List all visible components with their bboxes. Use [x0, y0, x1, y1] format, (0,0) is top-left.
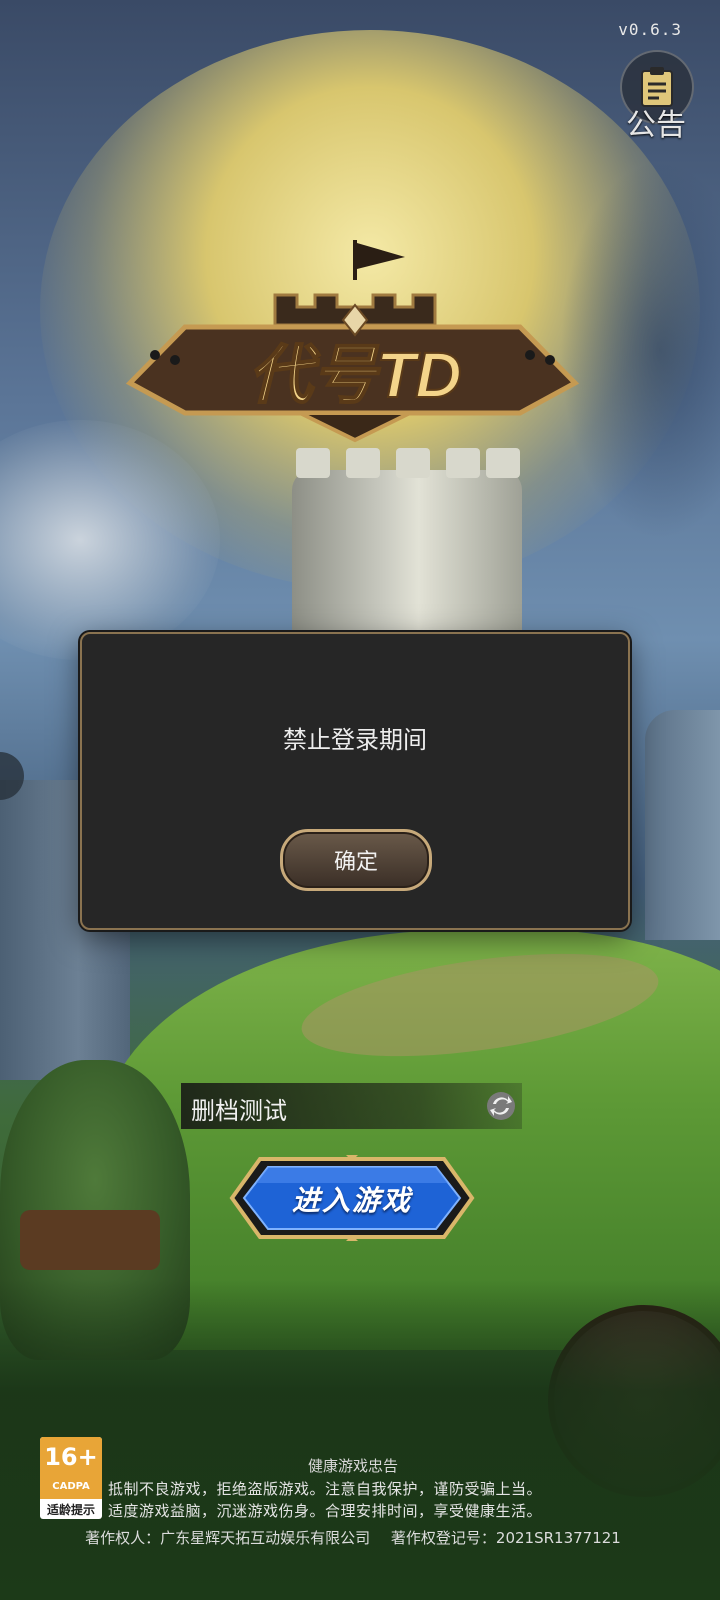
tower-crenel	[396, 448, 430, 478]
stone-tower	[292, 448, 522, 630]
logo-text: 代号TD	[248, 339, 461, 411]
tower-crenel	[346, 448, 380, 478]
tower-crenel	[446, 448, 480, 478]
enter-game-button[interactable]: 进入游戏	[218, 1155, 486, 1241]
copyright-owner: 著作权人：广东星辉天拓互动娱乐有限公司	[85, 1529, 371, 1547]
health-advice-line: 抵制不良游戏，拒绝盗版游戏。注意自我保护，谨防受骗上当。	[108, 1480, 543, 1498]
game-logo: 代号TD	[125, 235, 580, 450]
game-login-screen: v0.6.3 公告 代号TD 禁止登录期间 确定 删档测试 进入游戏 16+ C…	[0, 0, 720, 1600]
dialog-message: 禁止登录期间	[283, 726, 427, 754]
enter-game-label: 进入游戏	[291, 1184, 412, 1217]
age-rating-badge: 16+ CADPA 适龄提示	[40, 1437, 102, 1519]
alert-dialog: 禁止登录期间 确定	[80, 632, 630, 930]
tower-crenel	[486, 448, 520, 478]
copyright-registration: 著作权登记号：2021SR1377121	[390, 1529, 621, 1547]
castle-flag-icon: 代号TD	[125, 240, 580, 443]
goblin-belt	[20, 1210, 160, 1270]
version-label: v0.6.3	[618, 20, 682, 39]
confirm-button[interactable]: 确定	[280, 829, 432, 891]
tower-crenel	[296, 448, 330, 478]
server-name: 删档测试	[191, 1097, 287, 1125]
copyright-line: 著作权人：广东星辉天拓互动娱乐有限公司 著作权登记号：2021SR1377121	[0, 1527, 706, 1548]
foreground-shade	[0, 1280, 720, 1600]
age-tip: 适龄提示	[46, 1503, 95, 1517]
notice-label: 公告	[626, 108, 686, 143]
server-selector[interactable]: 删档测试	[181, 1083, 522, 1129]
health-advice-title: 健康游戏忠告	[307, 1457, 398, 1475]
notice-button[interactable]: 公告	[616, 44, 696, 143]
age-org: CADPA	[52, 1481, 90, 1492]
health-advice-line: 适度游戏益脑，沉迷游戏伤身。合理安排时间，享受健康生活。	[108, 1502, 543, 1520]
swap-icon[interactable]	[484, 1089, 518, 1123]
castle-tower-right	[645, 710, 720, 940]
